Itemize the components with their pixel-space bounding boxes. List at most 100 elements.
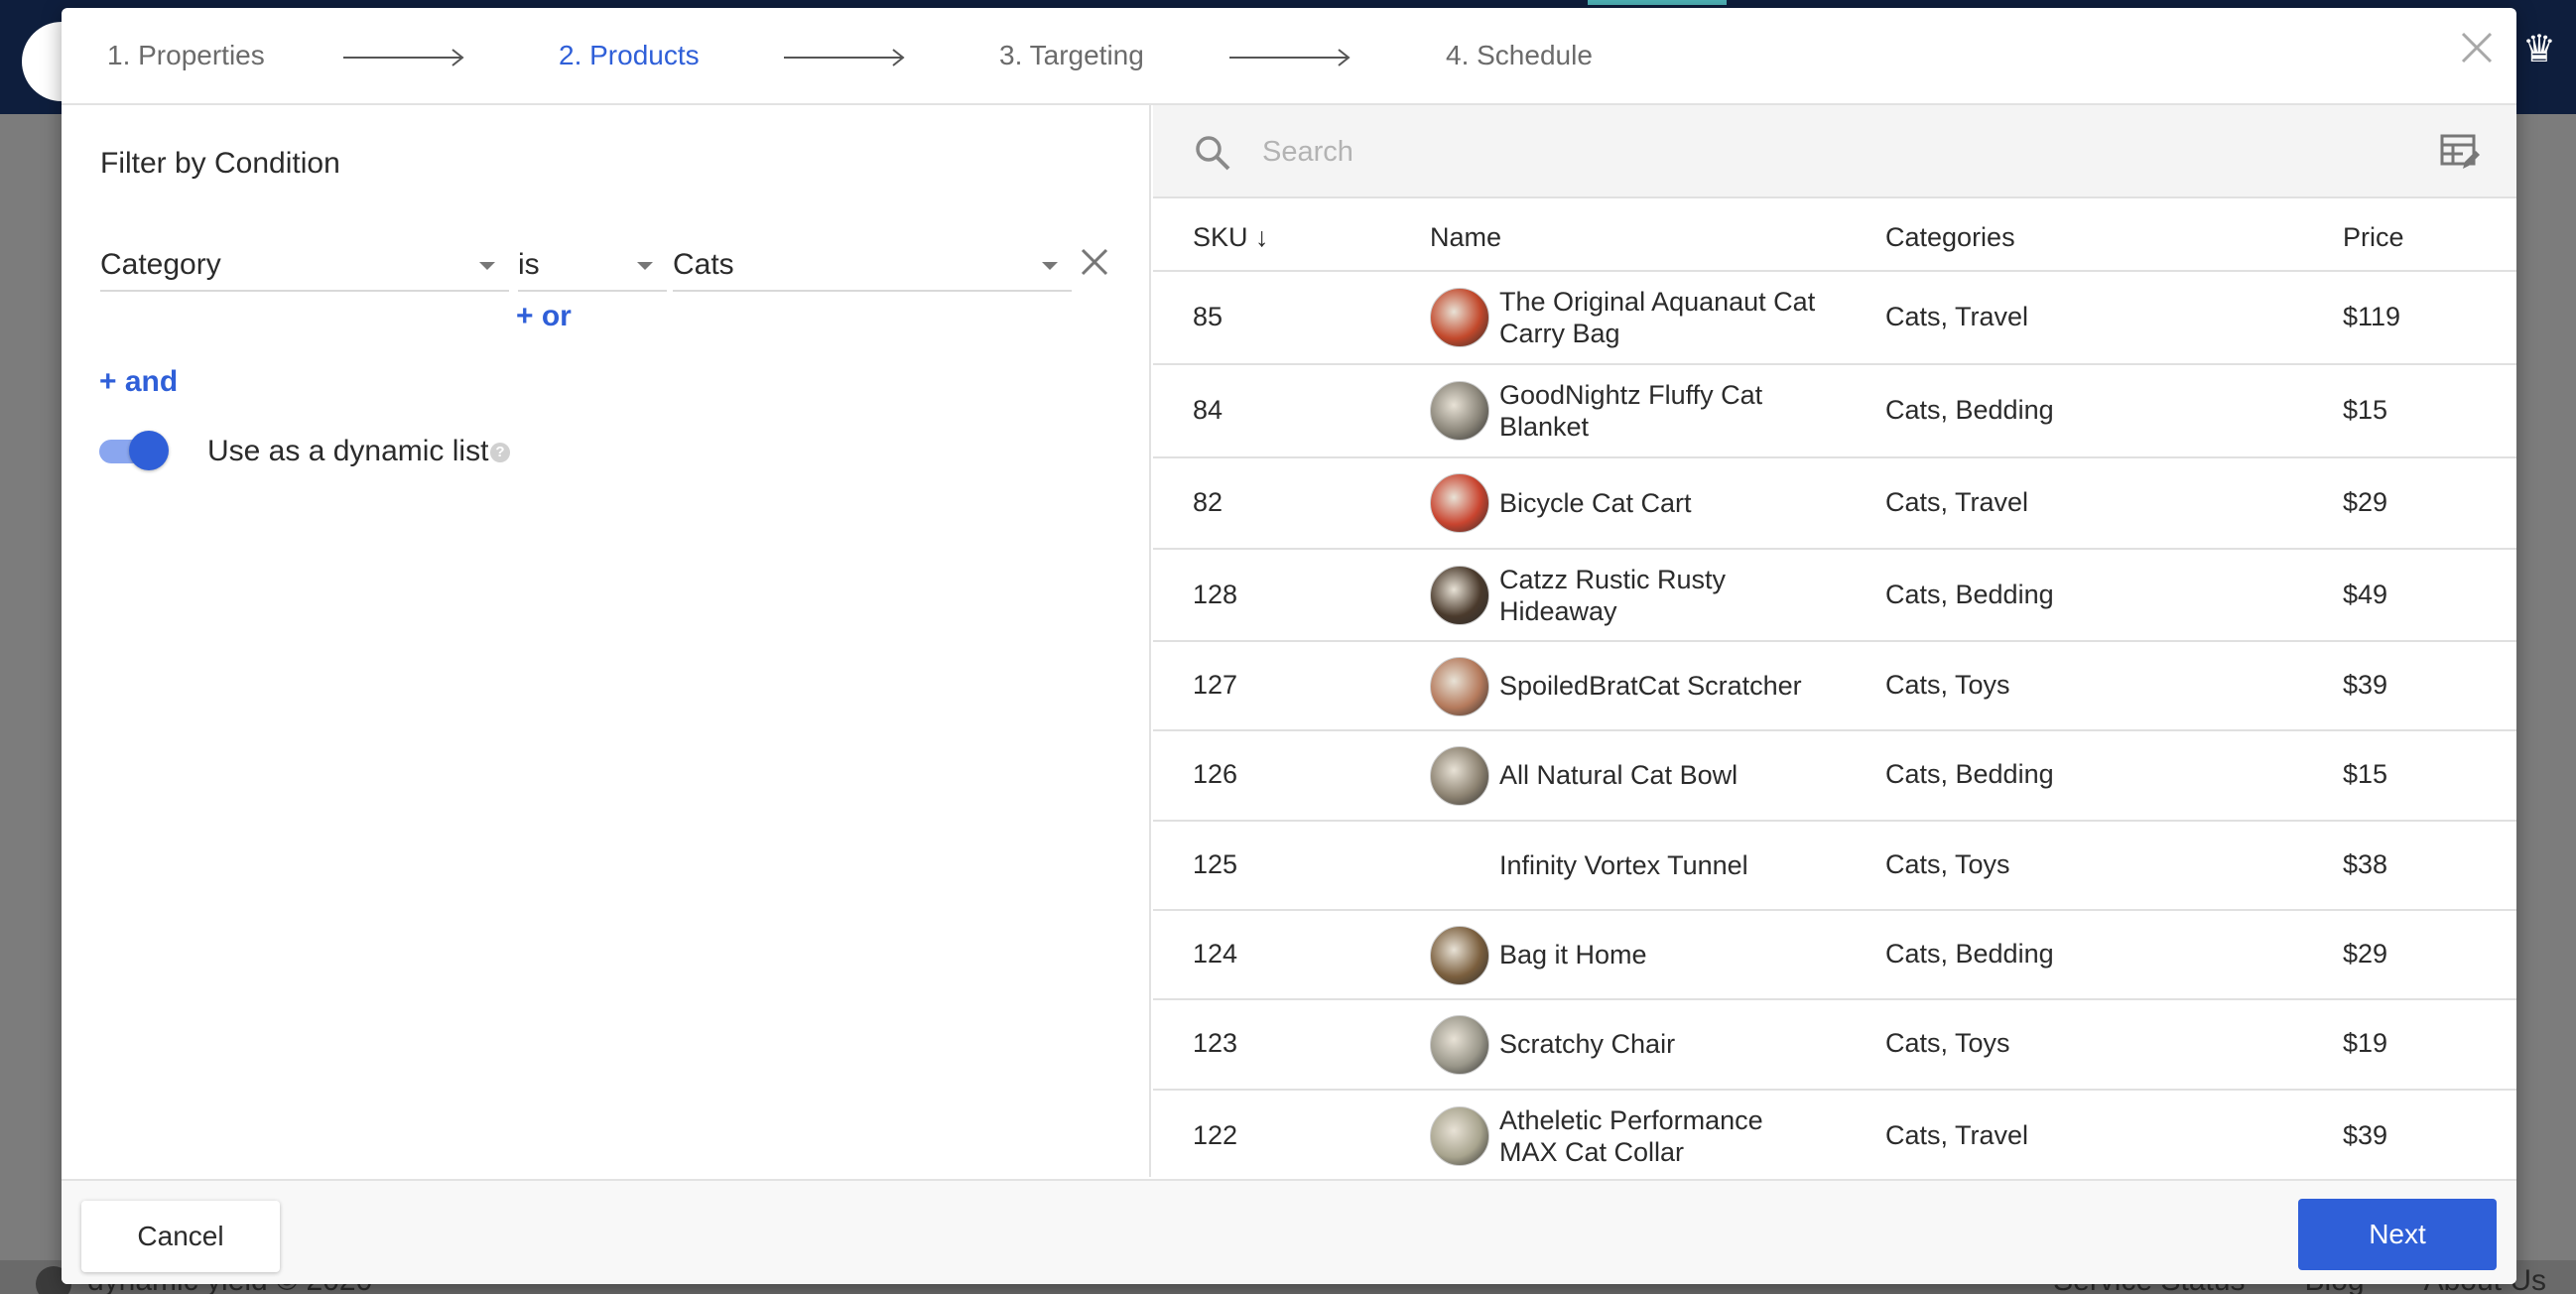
table-row[interactable]: 126 All Natural Cat Bowl Cats, Bedding $… <box>1153 731 2516 822</box>
close-icon[interactable] <box>2455 26 2499 69</box>
cell-sku: 128 <box>1193 580 1238 609</box>
search-icon <box>1196 136 1230 171</box>
cell-name: The Original Aquanaut Cat Carry Bag <box>1499 287 1816 348</box>
cell-price: $49 <box>2343 580 2388 609</box>
cell-sku: 126 <box>1193 759 1238 789</box>
toggle-knob <box>129 431 169 470</box>
cell-sku: 125 <box>1193 849 1238 879</box>
column-header-price[interactable]: Price <box>2343 222 2404 253</box>
filter-panel: Filter by Condition Category is Cats + o… <box>62 105 1151 1177</box>
cell-price: $15 <box>2343 759 2388 789</box>
add-and-condition-link[interactable]: + and <box>99 365 178 399</box>
cell-price: $15 <box>2343 395 2388 425</box>
condition-value-select[interactable]: Cats <box>673 242 1072 292</box>
condition-value: Cats <box>673 248 734 281</box>
condition-field-value: Category <box>100 248 221 281</box>
cell-name: Bag it Home <box>1499 940 1647 970</box>
product-thumbnail <box>1430 926 1489 985</box>
remove-condition-icon[interactable] <box>1077 244 1112 280</box>
table-row[interactable]: 82 Bicycle Cat Cart Cats, Travel $29 <box>1153 458 2516 550</box>
cell-price: $29 <box>2343 939 2388 969</box>
product-list-panel: SKU ↓ Name Categories Price 85 The Origi… <box>1153 105 2516 1184</box>
step-arrow-icon <box>1229 49 1351 66</box>
product-thumbnail <box>1430 746 1489 806</box>
search-input[interactable] <box>1262 127 2254 177</box>
filter-title: Filter by Condition <box>100 147 340 180</box>
step-properties[interactable]: 1. Properties <box>107 40 265 71</box>
table-row[interactable]: 128 Catzz Rustic Rusty Hideaway Cats, Be… <box>1153 550 2516 642</box>
step-arrow-icon <box>343 49 464 66</box>
condition-operator-select[interactable]: is <box>518 242 667 292</box>
step-schedule[interactable]: 4. Schedule <box>1446 40 1593 71</box>
cell-sku: 84 <box>1193 395 1224 425</box>
product-table-body: 85 The Original Aquanaut Cat Carry Bag C… <box>1153 272 2516 1184</box>
product-thumbnail <box>1430 657 1489 716</box>
cell-categories: Cats, Travel <box>1885 302 2029 331</box>
cancel-button[interactable]: Cancel <box>81 1201 280 1272</box>
condition-field-select[interactable]: Category <box>100 242 509 292</box>
crown-icon[interactable]: ♛ <box>2522 30 2562 69</box>
step-targeting[interactable]: 3. Targeting <box>999 40 1144 71</box>
product-thumbnail <box>1430 566 1489 625</box>
column-header-sku[interactable]: SKU ↓ <box>1193 222 1269 253</box>
help-icon[interactable]: ? <box>490 443 510 462</box>
cell-name: SpoiledBratCat Scratcher <box>1499 671 1802 701</box>
cell-price: $38 <box>2343 849 2388 879</box>
edit-columns-icon[interactable] <box>2439 133 2481 173</box>
cell-categories: Cats, Toys <box>1885 849 2010 879</box>
modal-footer: Cancel Next <box>62 1179 2516 1284</box>
cell-sku: 123 <box>1193 1028 1238 1058</box>
cell-categories: Cats, Bedding <box>1885 759 2054 789</box>
dynamic-list-label: Use as a dynamic list <box>207 435 489 467</box>
cell-sku: 122 <box>1193 1120 1238 1150</box>
cell-sku: 82 <box>1193 487 1224 517</box>
column-header-categories[interactable]: Categories <box>1885 222 2015 253</box>
product-thumbnail <box>1430 473 1489 533</box>
condition-operator-value: is <box>518 248 540 281</box>
cell-categories: Cats, Toys <box>1885 670 2010 700</box>
cell-name: Infinity Vortex Tunnel <box>1499 850 1748 880</box>
cell-price: $19 <box>2343 1028 2388 1058</box>
chevron-down-icon <box>637 262 653 270</box>
next-button[interactable]: Next <box>2298 1199 2497 1270</box>
cell-categories: Cats, Travel <box>1885 487 2029 517</box>
table-row[interactable]: 123 Scratchy Chair Cats, Toys $19 <box>1153 1000 2516 1091</box>
dynamic-list-toggle[interactable] <box>99 431 169 470</box>
product-thumbnail <box>1430 381 1489 441</box>
add-or-condition-link[interactable]: + or <box>516 300 572 333</box>
product-thumbnail <box>1430 1015 1489 1075</box>
cell-categories: Cats, Travel <box>1885 1120 2029 1150</box>
cell-name: GoodNightz Fluffy Cat Blanket <box>1499 380 1763 442</box>
topbar-accent <box>1588 0 1727 5</box>
product-thumbnail <box>1430 1106 1489 1166</box>
table-row[interactable]: 84 GoodNightz Fluffy Cat Blanket Cats, B… <box>1153 365 2516 458</box>
table-row[interactable]: 122 Atheletic Performance MAX Cat Collar… <box>1153 1091 2516 1184</box>
column-header-name[interactable]: Name <box>1430 222 1501 253</box>
cell-price: $29 <box>2343 487 2388 517</box>
cell-name: Bicycle Cat Cart <box>1499 488 1692 518</box>
product-thumbnail <box>1430 288 1489 347</box>
chevron-down-icon <box>1042 262 1058 270</box>
cell-name: Atheletic Performance MAX Cat Collar <box>1499 1105 1763 1167</box>
cell-categories: Cats, Bedding <box>1885 580 2054 609</box>
step-arrow-icon <box>784 49 905 66</box>
cell-price: $39 <box>2343 1120 2388 1150</box>
cell-price: $39 <box>2343 670 2388 700</box>
cell-categories: Cats, Toys <box>1885 1028 2010 1058</box>
cell-categories: Cats, Bedding <box>1885 395 2054 425</box>
table-header: SKU ↓ Name Categories Price <box>1153 198 2516 272</box>
cell-name: All Natural Cat Bowl <box>1499 760 1739 790</box>
table-row[interactable]: 124 Bag it Home Cats, Bedding $29 <box>1153 911 2516 1000</box>
table-row[interactable]: 85 The Original Aquanaut Cat Carry Bag C… <box>1153 272 2516 365</box>
table-row[interactable]: 127 SpoiledBratCat Scratcher Cats, Toys … <box>1153 642 2516 731</box>
step-products[interactable]: 2. Products <box>559 40 700 71</box>
cell-name: Scratchy Chair <box>1499 1029 1676 1059</box>
cell-sku: 85 <box>1193 302 1224 331</box>
cell-name: Catzz Rustic Rusty Hideaway <box>1499 565 1727 626</box>
cell-price: $119 <box>2343 302 2401 331</box>
cell-sku: 127 <box>1193 670 1238 700</box>
wizard-stepper: 1. Properties 2. Products 3. Targeting 4… <box>62 8 2516 105</box>
cell-sku: 124 <box>1193 939 1238 969</box>
table-row[interactable]: 125 Infinity Vortex Tunnel Cats, Toys $3… <box>1153 822 2516 911</box>
product-selection-modal: 1. Properties 2. Products 3. Targeting 4… <box>62 8 2516 1284</box>
